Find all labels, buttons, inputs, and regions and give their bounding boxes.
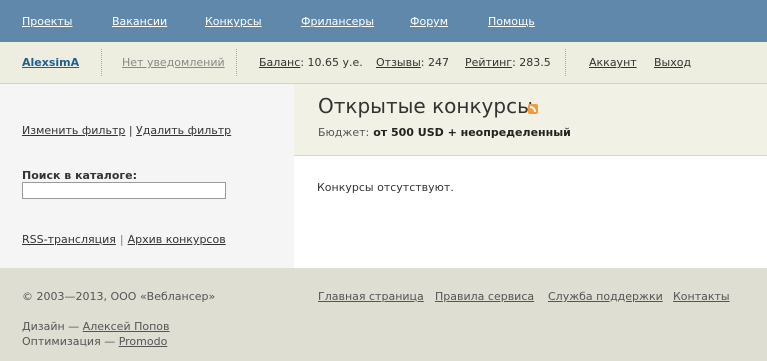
user-bar: AlexsimA Нет уведомлений Баланс: 10.65 у… xyxy=(0,42,767,84)
nav-item-projects[interactable]: Проекты xyxy=(22,15,73,28)
nav-item-contests[interactable]: Конкурсы xyxy=(205,15,262,28)
design-label: Дизайн — xyxy=(22,320,83,333)
footer-link-contacts[interactable]: Контакты xyxy=(673,290,730,303)
search-input[interactable] xyxy=(22,182,226,199)
empty-contests-message: Конкурсы отсутствуют. xyxy=(317,181,454,194)
rating-value: : 283.5 xyxy=(512,56,551,69)
reviews: Отзывы: 247 xyxy=(376,56,449,69)
rss-feed-link[interactable]: RSS-трансляция xyxy=(22,233,116,246)
rating-link[interactable]: Рейтинг xyxy=(465,56,512,69)
nav-item-forum[interactable]: Форум xyxy=(410,15,448,28)
copyright: © 2003—2013, ООО «Веблансер» xyxy=(22,290,216,303)
design-author-link[interactable]: Алексей Попов xyxy=(83,320,170,333)
balance-value: : 10.65 у.е. xyxy=(300,56,363,69)
reviews-value: : 247 xyxy=(420,56,449,69)
contest-archive-link[interactable]: Архив конкурсов xyxy=(128,233,226,246)
sidebar: Изменить фильтр | Удалить фильтр Поиск в… xyxy=(0,84,294,268)
reviews-link[interactable]: Отзывы xyxy=(376,56,421,69)
footer: © 2003—2013, ООО «Веблансер» Главная стр… xyxy=(0,268,767,361)
optimization-credit: Оптимизация — Promodo xyxy=(22,335,167,348)
design-credit: Дизайн — Алексей Попов xyxy=(22,320,170,333)
account-link[interactable]: Аккаунт xyxy=(589,56,637,69)
logout-link[interactable]: Выход xyxy=(654,56,691,69)
nav-item-help[interactable]: Помощь xyxy=(488,15,535,28)
footer-link-support[interactable]: Служба поддержки xyxy=(548,290,663,303)
username-link[interactable]: AlexsimA xyxy=(22,56,79,69)
rss-links: RSS-трансляция | Архив конкурсов xyxy=(22,233,226,246)
nav-item-vacancies[interactable]: Вакансии xyxy=(112,15,167,28)
page-title: Открытые конкурсы xyxy=(318,94,533,118)
filter-links: Изменить фильтр | Удалить фильтр xyxy=(22,124,231,137)
delete-filter-link[interactable]: Удалить фильтр xyxy=(136,124,231,137)
notifications-link[interactable]: Нет уведомлений xyxy=(122,56,225,69)
filter-separator: | xyxy=(125,124,137,137)
optimization-author-link[interactable]: Promodo xyxy=(119,335,168,348)
rss-separator: | xyxy=(119,233,124,246)
nav-item-freelancers[interactable]: Фрилансеры xyxy=(301,15,374,28)
balance-link[interactable]: Баланс xyxy=(259,56,300,69)
divider xyxy=(565,49,566,76)
budget-info: Бюджет: от 500 USD + неопределенный xyxy=(318,126,571,139)
balance: Баланс: 10.65 у.е. xyxy=(259,56,363,69)
divider xyxy=(101,49,102,76)
divider xyxy=(236,49,237,76)
footer-link-rules[interactable]: Правила сервиса xyxy=(435,290,534,303)
top-navigation: Проекты Вакансии Конкурсы Фрилансеры Фор… xyxy=(0,0,767,42)
optimization-label: Оптимизация — xyxy=(22,335,119,348)
rating: Рейтинг: 283.5 xyxy=(465,56,551,69)
footer-link-home[interactable]: Главная страница xyxy=(318,290,424,303)
change-filter-link[interactable]: Изменить фильтр xyxy=(22,124,125,137)
content-header: Открытые конкурсы Бюджет: от 500 USD + не… xyxy=(294,84,767,156)
budget-label: Бюджет: xyxy=(318,126,370,139)
budget-value: от 500 USD + неопределенный xyxy=(373,126,571,139)
rss-icon[interactable] xyxy=(528,104,538,114)
search-label: Поиск в каталоге: xyxy=(22,169,137,182)
notifications: Нет уведомлений xyxy=(122,56,225,69)
